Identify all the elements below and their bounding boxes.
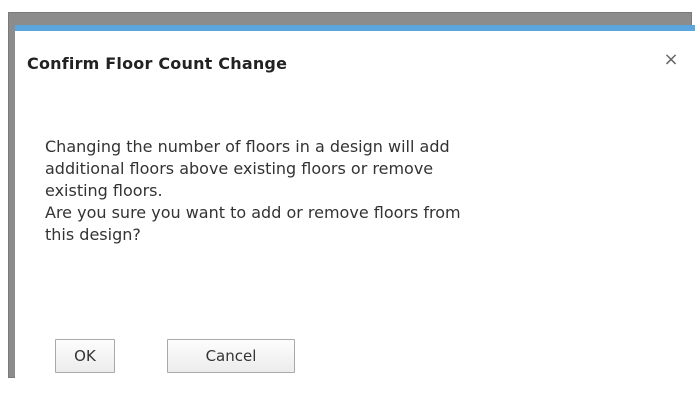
backdrop: Confirm Floor Count Change × Changing th… — [0, 0, 700, 412]
message-line: Are you sure you want to add or remove f… — [45, 203, 461, 222]
message-line: Changing the number of floors in a desig… — [45, 137, 450, 156]
ok-button[interactable]: OK — [55, 339, 115, 373]
dialog-title: Confirm Floor Count Change — [27, 54, 288, 73]
cancel-button[interactable]: Cancel — [167, 339, 295, 373]
confirm-dialog: Confirm Floor Count Change × Changing th… — [15, 25, 695, 380]
message-line: this design? — [45, 225, 141, 244]
message-line: existing floors. — [45, 181, 163, 200]
dialog-message: Changing the number of floors in a desig… — [45, 136, 655, 246]
close-icon[interactable]: × — [663, 51, 679, 69]
dialog-title-bar: Confirm Floor Count Change × — [15, 31, 695, 93]
message-line: additional floors above existing floors … — [45, 159, 434, 178]
